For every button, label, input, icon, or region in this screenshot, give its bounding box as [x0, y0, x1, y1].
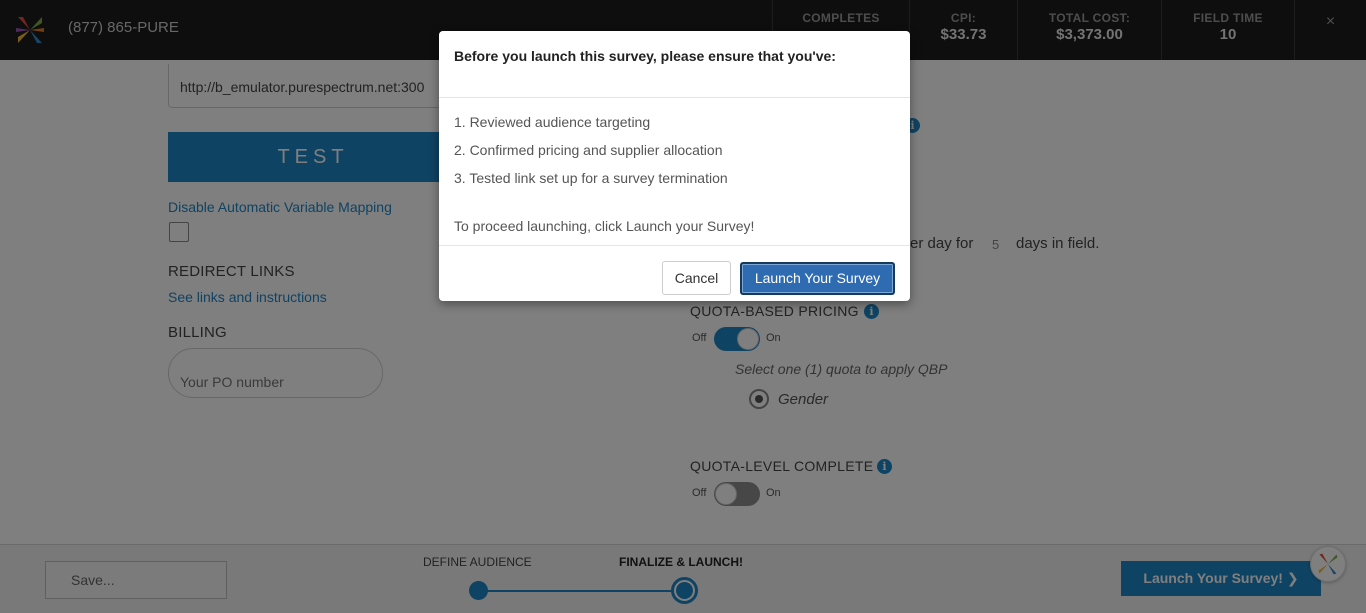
checklist-item: 3. Tested link set up for a survey termi…	[454, 170, 728, 186]
launch-confirmation-modal: Before you launch this survey, please en…	[439, 31, 910, 301]
launch-survey-button[interactable]: Launch Your Survey	[740, 262, 895, 295]
proceed-instruction: To proceed launching, click Launch your …	[454, 218, 755, 234]
modal-divider	[439, 97, 910, 98]
checklist-item: 2. Confirmed pricing and supplier alloca…	[454, 142, 723, 158]
modal-title: Before you launch this survey, please en…	[454, 48, 836, 64]
checklist-item: 1. Reviewed audience targeting	[454, 114, 651, 130]
cancel-button[interactable]: Cancel	[662, 261, 731, 295]
modal-footer-divider	[439, 245, 910, 246]
